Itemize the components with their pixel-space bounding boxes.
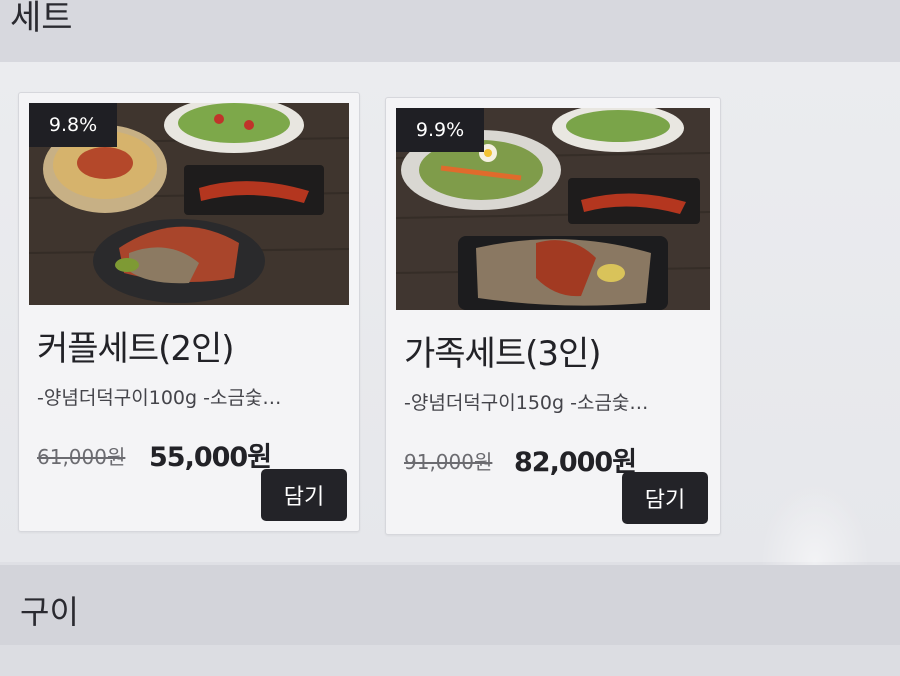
- sale-price: 55,000원: [149, 442, 272, 473]
- product-name: 커플세트(2인): [37, 329, 235, 369]
- next-section-area: [0, 645, 900, 676]
- product-description: -양념더덕구이100g -소금숯…: [37, 387, 282, 409]
- product-image: 9.9%: [396, 108, 710, 310]
- discount-badge: 9.8%: [29, 103, 117, 147]
- add-to-cart-button[interactable]: 담기: [261, 469, 347, 521]
- section-header-grill: 구이: [0, 565, 900, 645]
- section-title-set: 세트: [10, 0, 73, 38]
- product-card-family-set[interactable]: 9.9% 가족세트(3인) -양념더덕구이150g -소금숯… 91,000원 …: [385, 97, 721, 535]
- product-list: 9.8% 커플세트(2인) -양념더덕구이100g -소금숯… 61,000원 …: [0, 62, 900, 642]
- product-card-couple-set[interactable]: 9.8% 커플세트(2인) -양념더덕구이100g -소금숯… 61,000원 …: [18, 92, 360, 532]
- original-price: 61,000원: [37, 445, 126, 469]
- product-image: 9.8%: [29, 103, 349, 305]
- section-title-grill: 구이: [20, 593, 79, 631]
- original-price: 91,000원: [404, 450, 493, 474]
- sale-price: 82,000원: [514, 447, 637, 478]
- section-header-set: 세트: [0, 0, 900, 62]
- product-description: -양념더덕구이150g -소금숯…: [404, 392, 649, 414]
- product-name: 가족세트(3인): [404, 334, 602, 374]
- add-to-cart-button[interactable]: 담기: [622, 472, 708, 524]
- discount-badge: 9.9%: [396, 108, 484, 152]
